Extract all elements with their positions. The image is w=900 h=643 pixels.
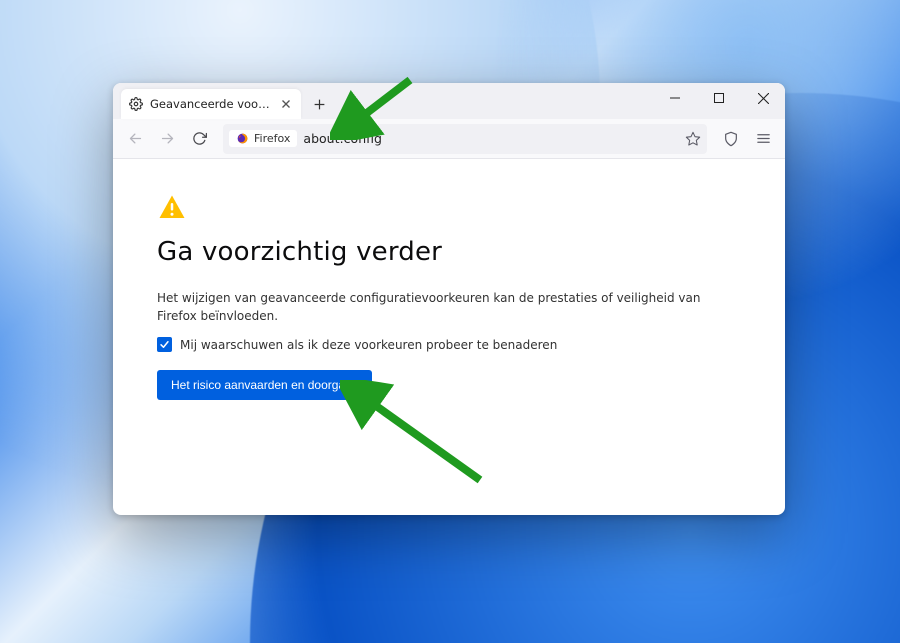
tab-title: Geavanceerde voorkeuren [150, 97, 272, 111]
new-tab-button[interactable] [305, 90, 333, 118]
arrow-right-icon [160, 131, 175, 146]
warn-me-checkbox-row[interactable]: Mij waarschuwen als ik deze voorkeuren p… [157, 337, 741, 352]
settings-gear-icon [129, 97, 143, 111]
navigation-toolbar: Firefox about:config [113, 119, 785, 159]
bookmark-star-icon[interactable] [685, 131, 701, 147]
url-bar[interactable]: Firefox about:config [223, 124, 707, 154]
hamburger-menu-icon [756, 131, 771, 146]
warn-me-checkbox[interactable] [157, 337, 172, 352]
close-window-button[interactable] [741, 83, 785, 113]
reload-button[interactable] [185, 125, 213, 153]
protections-button[interactable] [717, 125, 745, 153]
browser-tab[interactable]: Geavanceerde voorkeuren [121, 89, 301, 119]
tab-strip: Geavanceerde voorkeuren [113, 83, 785, 119]
accept-risk-button[interactable]: Het risico aanvaarden en doorgaan [157, 370, 372, 400]
about-config-warning-page: Ga voorzichtig verder Het wijzigen van g… [113, 159, 785, 515]
back-button[interactable] [121, 125, 149, 153]
shield-icon [723, 131, 739, 147]
url-text: about:config [303, 131, 679, 146]
maximize-button[interactable] [697, 83, 741, 113]
warn-me-checkbox-label: Mij waarschuwen als ik deze voorkeuren p… [180, 338, 557, 352]
window-controls [653, 83, 785, 119]
close-tab-icon[interactable] [279, 97, 293, 111]
app-menu-button[interactable] [749, 125, 777, 153]
identity-label: Firefox [254, 132, 290, 145]
firefox-window: Geavanceerde voorkeuren [113, 83, 785, 515]
warning-heading: Ga voorzichtig verder [157, 237, 741, 267]
warning-description: Het wijzigen van geavanceerde configurat… [157, 289, 741, 325]
minimize-button[interactable] [653, 83, 697, 113]
warning-triangle-icon [157, 193, 187, 223]
checkmark-icon [159, 339, 170, 350]
firefox-logo-icon [236, 132, 249, 145]
forward-button[interactable] [153, 125, 181, 153]
site-identity[interactable]: Firefox [229, 130, 297, 147]
arrow-left-icon [128, 131, 143, 146]
reload-icon [192, 131, 207, 146]
